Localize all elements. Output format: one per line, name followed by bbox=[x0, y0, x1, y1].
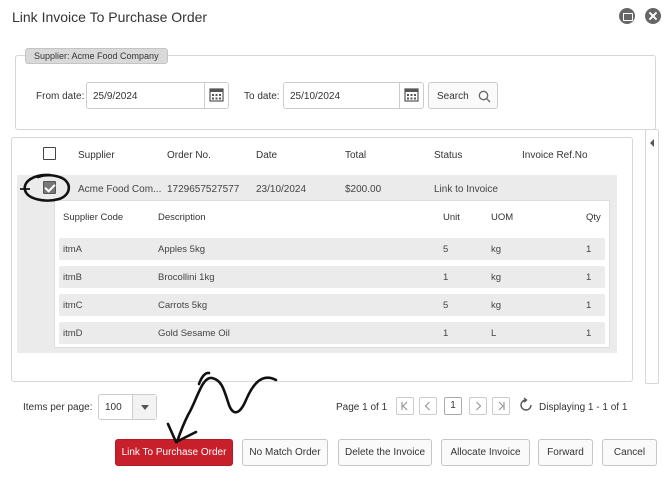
detail-row[interactable]: itmA Apples 5kg 5 kg 1 bbox=[59, 238, 605, 260]
detail-description: Gold Sesame Oil bbox=[158, 328, 230, 339]
row-total: $200.00 bbox=[345, 184, 382, 195]
close-icon[interactable] bbox=[645, 8, 661, 24]
chevron-left-icon bbox=[424, 401, 430, 411]
detail-code: itmC bbox=[63, 300, 83, 311]
detail-description: Apples 5kg bbox=[158, 244, 206, 255]
detail-unit: 1 bbox=[443, 328, 449, 339]
detail-uom: kg bbox=[491, 300, 502, 311]
to-date-input[interactable]: 25/10/2024 bbox=[283, 82, 424, 109]
title-bar: Link Invoice To Purchase Order bbox=[0, 0, 670, 32]
row-order-no: 1729657527577 bbox=[167, 184, 240, 195]
row-date: 23/10/2024 bbox=[256, 184, 307, 195]
row-supplier: Acme Food Com... bbox=[78, 184, 162, 195]
detail-header-supplier-code[interactable]: Supplier Code bbox=[63, 212, 123, 223]
first-page-button[interactable] bbox=[396, 397, 414, 415]
calendar-icon[interactable] bbox=[399, 83, 423, 108]
detail-qty: 1 bbox=[586, 328, 592, 339]
detail-description: Carrots 5kg bbox=[158, 300, 208, 311]
annotation-arrow bbox=[175, 376, 278, 444]
detail-header-qty[interactable]: Qty bbox=[586, 212, 601, 223]
collapse-panel-toggle[interactable] bbox=[645, 129, 659, 384]
delete-invoice-button[interactable]: Delete the Invoice bbox=[338, 439, 432, 466]
from-date-label: From date: bbox=[36, 91, 85, 102]
next-page-button[interactable] bbox=[469, 397, 487, 415]
column-header-supplier[interactable]: Supplier bbox=[78, 150, 115, 161]
calendar-icon[interactable] bbox=[204, 83, 228, 108]
restore-icon[interactable] bbox=[619, 8, 635, 24]
column-header-order-no[interactable]: Order No. bbox=[167, 150, 211, 161]
detail-unit: 1 bbox=[443, 272, 449, 283]
detail-unit: 5 bbox=[443, 300, 449, 311]
search-button-label: Search bbox=[437, 91, 469, 102]
dialog-title: Link Invoice To Purchase Order bbox=[12, 9, 208, 25]
no-match-order-button[interactable]: No Match Order bbox=[242, 439, 328, 466]
detail-uom: kg bbox=[491, 244, 502, 255]
search-icon bbox=[478, 90, 491, 103]
row-checkbox[interactable] bbox=[43, 181, 56, 194]
detail-description: Brocollini 1kg bbox=[158, 272, 215, 283]
forward-button[interactable]: Forward bbox=[538, 439, 593, 466]
first-page-icon bbox=[401, 401, 408, 411]
cancel-button[interactable]: Cancel bbox=[602, 439, 657, 466]
to-date-label: To date: bbox=[244, 91, 280, 102]
collapse-row-icon[interactable] bbox=[20, 188, 30, 190]
items-per-page-label: Items per page: bbox=[23, 402, 93, 413]
refresh-icon[interactable] bbox=[518, 397, 534, 413]
to-date-value: 25/10/2024 bbox=[290, 91, 341, 102]
detail-code: itmD bbox=[63, 328, 83, 339]
supplier-tag: Supplier: Acme Food Company bbox=[25, 48, 168, 64]
column-header-invoice-ref[interactable]: Invoice Ref.No bbox=[522, 150, 588, 161]
last-page-icon bbox=[498, 401, 505, 411]
detail-header-unit[interactable]: Unit bbox=[443, 212, 460, 223]
displaying-count: Displaying 1 - 1 of 1 bbox=[539, 402, 628, 413]
current-page-button[interactable]: 1 bbox=[444, 397, 462, 415]
from-date-input[interactable]: 25/9/2024 bbox=[86, 82, 229, 109]
detail-code: itmA bbox=[63, 244, 82, 255]
column-header-status[interactable]: Status bbox=[434, 150, 462, 161]
items-per-page-select[interactable]: 100 bbox=[98, 394, 157, 420]
detail-header-uom[interactable]: UOM bbox=[491, 212, 513, 223]
last-page-button[interactable] bbox=[492, 397, 510, 415]
detail-unit: 5 bbox=[443, 244, 449, 255]
prev-page-button[interactable] bbox=[419, 397, 437, 415]
detail-row[interactable]: itmD Gold Sesame Oil 1 L 1 bbox=[59, 322, 605, 344]
detail-row[interactable]: itmB Brocollini 1kg 1 kg 1 bbox=[59, 266, 605, 288]
column-header-date[interactable]: Date bbox=[256, 150, 277, 161]
chevron-right-icon bbox=[476, 401, 482, 411]
detail-uom: kg bbox=[491, 272, 502, 283]
search-button[interactable]: Search bbox=[428, 82, 498, 109]
items-per-page-value: 100 bbox=[105, 402, 122, 413]
detail-qty: 1 bbox=[586, 272, 592, 283]
from-date-value: 25/9/2024 bbox=[93, 91, 138, 102]
detail-row[interactable]: itmC Carrots 5kg 5 kg 1 bbox=[59, 294, 605, 316]
detail-header-description[interactable]: Description bbox=[158, 212, 206, 223]
select-all-checkbox[interactable] bbox=[43, 147, 56, 160]
detail-uom: L bbox=[491, 328, 497, 339]
link-to-purchase-order-button[interactable]: Link To Purchase Order bbox=[115, 439, 233, 466]
allocate-invoice-button[interactable]: Allocate Invoice bbox=[441, 439, 530, 466]
page-info: Page 1 of 1 bbox=[336, 402, 388, 413]
detail-code: itmB bbox=[63, 272, 82, 283]
column-header-total[interactable]: Total bbox=[345, 150, 366, 161]
chevron-down-icon[interactable] bbox=[132, 395, 156, 419]
row-status: Link to Invoice bbox=[434, 184, 498, 195]
detail-qty: 1 bbox=[586, 300, 592, 311]
detail-qty: 1 bbox=[586, 244, 592, 255]
